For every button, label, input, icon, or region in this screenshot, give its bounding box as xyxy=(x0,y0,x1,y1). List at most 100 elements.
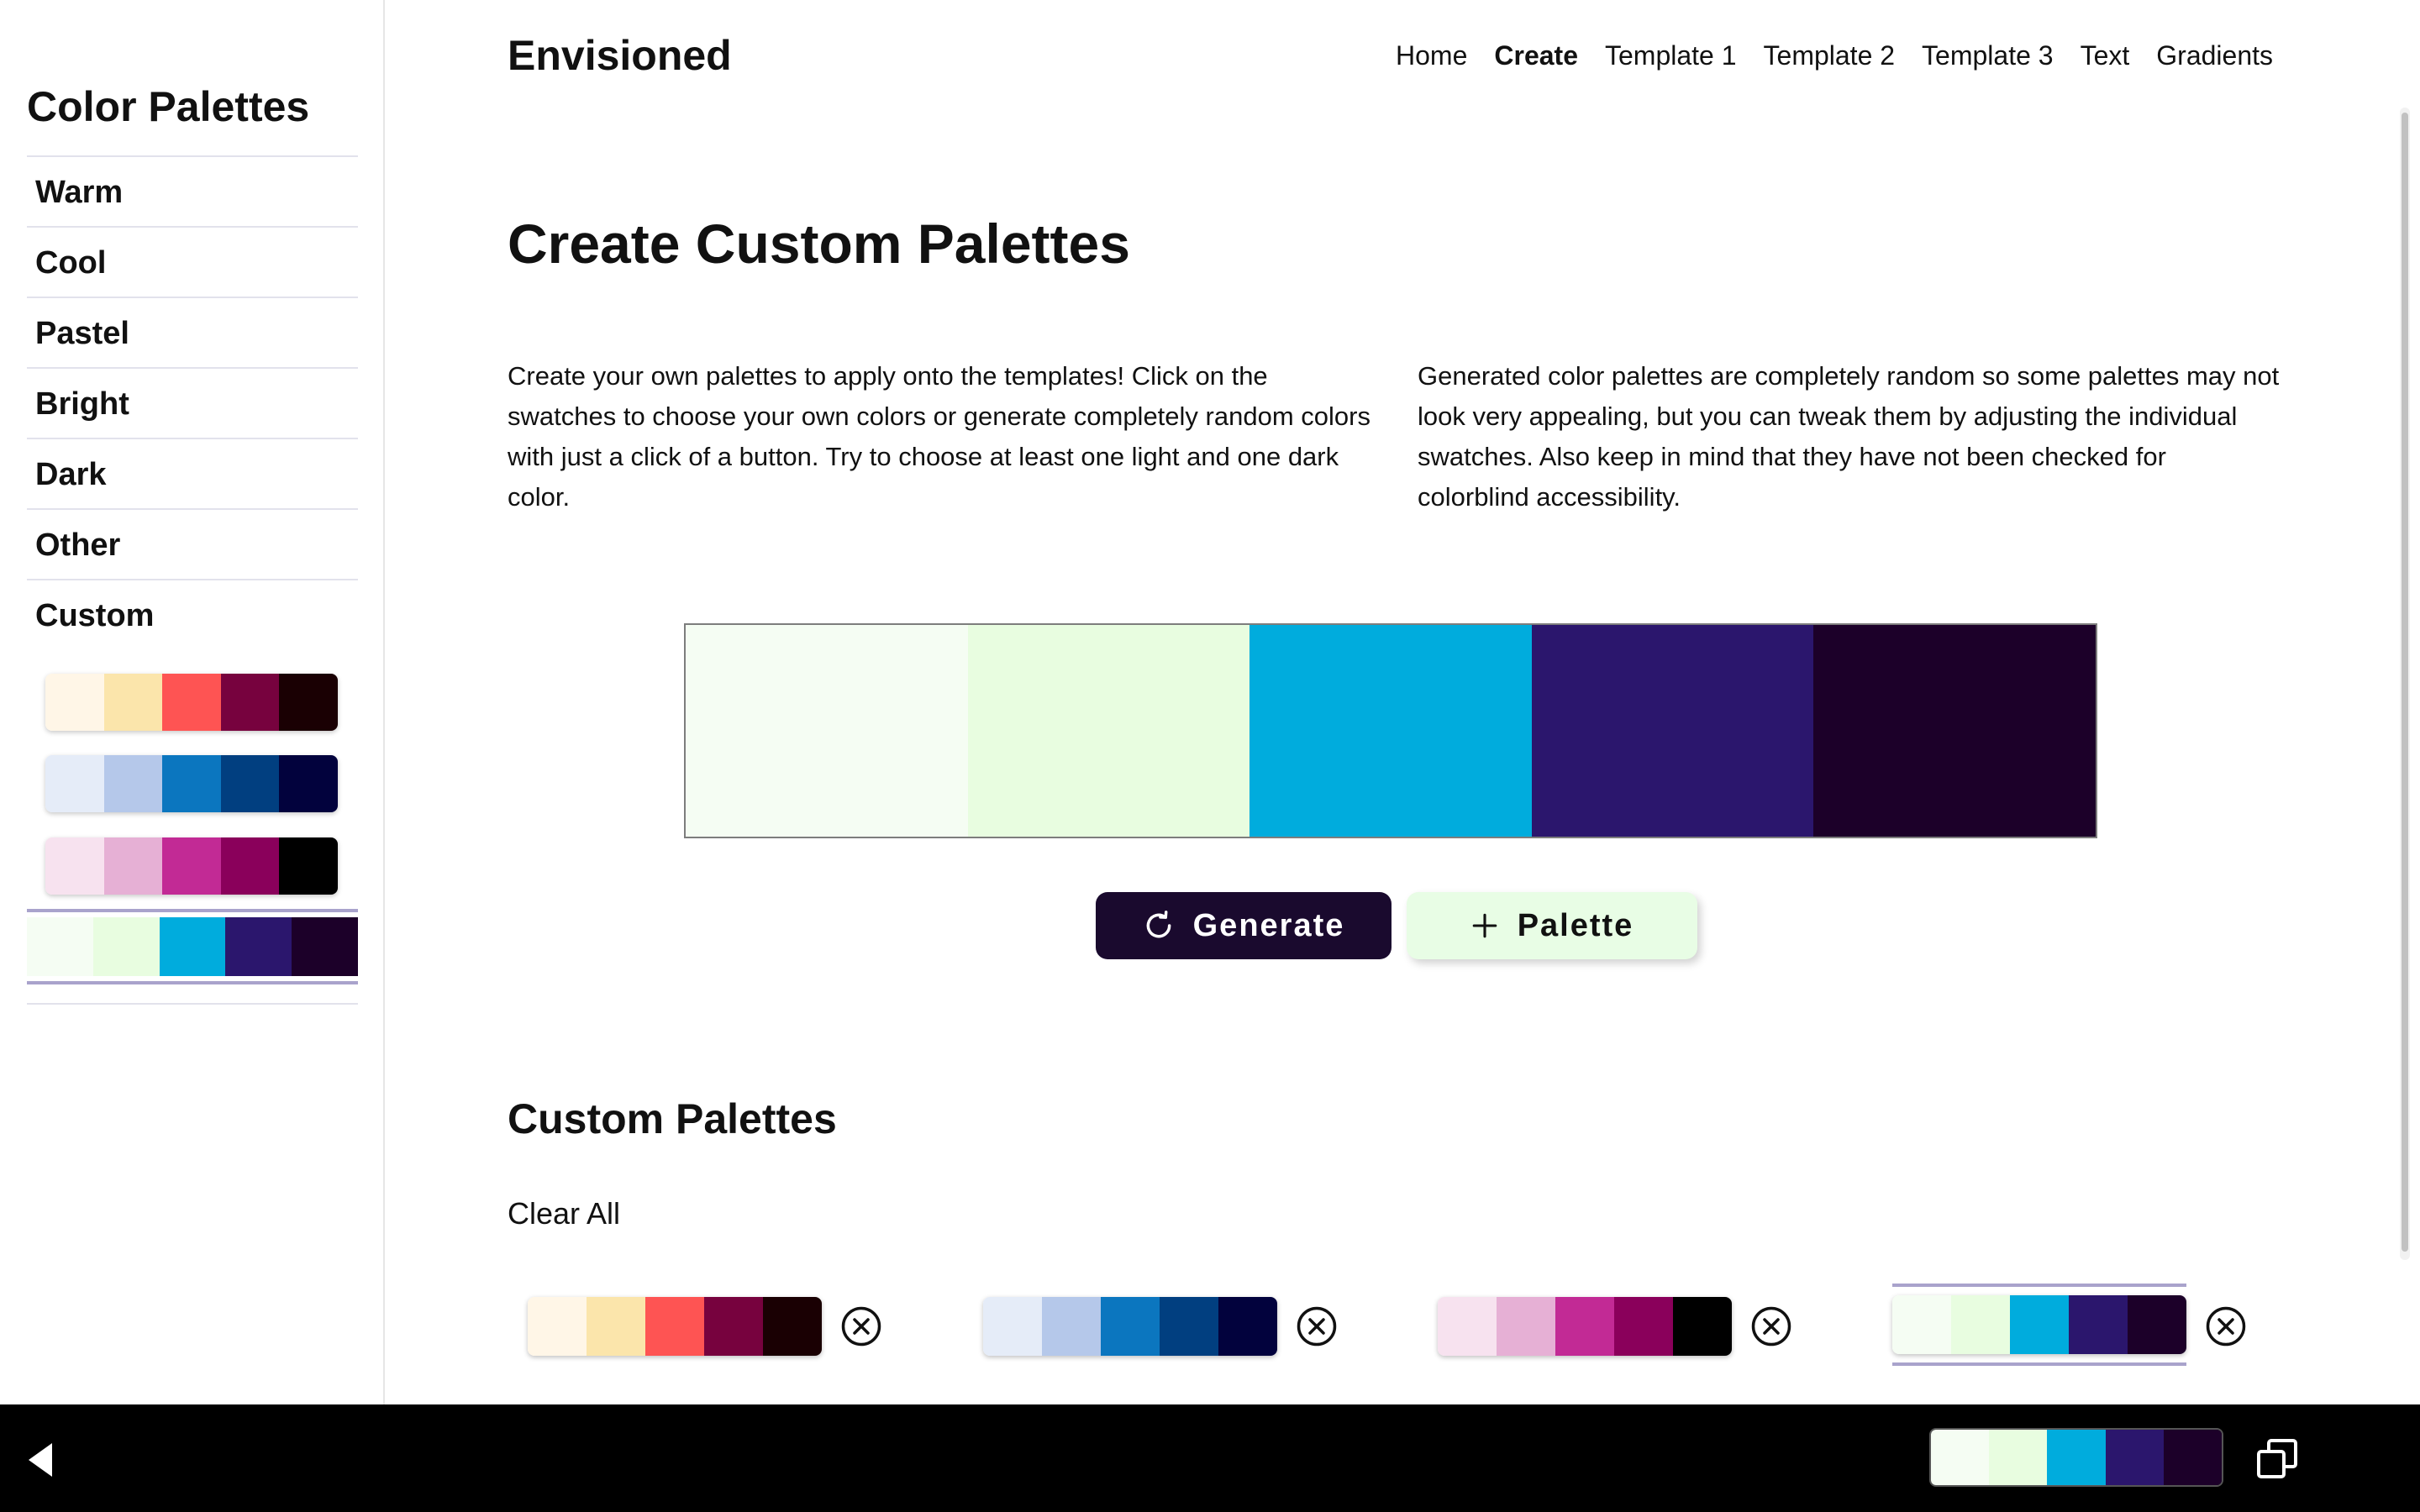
nav-template-2[interactable]: Template 2 xyxy=(1764,35,1896,76)
clear-all-button[interactable]: Clear All xyxy=(508,1193,620,1235)
palette-swatch xyxy=(159,917,226,976)
sidebar-item-dark[interactable]: Dark xyxy=(27,438,358,508)
palette-swatch xyxy=(220,674,280,731)
nav-home[interactable]: Home xyxy=(1396,35,1467,76)
sidebar-item-pastel[interactable]: Pastel xyxy=(27,297,358,367)
nav-create[interactable]: Create xyxy=(1494,35,1578,76)
scrollbar-thumb[interactable] xyxy=(2402,113,2408,1252)
disclaimer-paragraph: Generated color palettes are completely … xyxy=(1418,361,2280,512)
palette-swatch xyxy=(587,1297,645,1356)
palette-swatch xyxy=(1989,1430,2048,1485)
close-circle-icon[interactable] xyxy=(840,1305,882,1347)
nav-gradients[interactable]: Gradients xyxy=(2156,35,2273,76)
custom-palette-3[interactable] xyxy=(1438,1297,1732,1356)
palette-swatch xyxy=(1892,1295,1951,1354)
generate-button[interactable]: Generate xyxy=(1096,892,1392,959)
palette-swatch xyxy=(225,917,292,976)
palette-swatch xyxy=(45,755,104,812)
swatch-1[interactable] xyxy=(686,625,968,837)
palette-swatch xyxy=(279,837,338,895)
add-palette-label: Palette xyxy=(1517,907,1634,943)
palette-swatch xyxy=(292,917,358,976)
palette-swatch xyxy=(2163,1430,2222,1485)
palette-swatch xyxy=(1101,1297,1160,1356)
palette-swatch xyxy=(103,837,163,895)
palette-swatch xyxy=(45,837,104,895)
swatch-4[interactable] xyxy=(1531,625,1814,837)
sidebar-item-custom[interactable]: Custom xyxy=(27,579,358,649)
palette-swatch xyxy=(92,917,160,976)
nav-text[interactable]: Text xyxy=(2081,35,2130,76)
custom-palette-1[interactable] xyxy=(528,1297,822,1356)
add-palette-button[interactable]: Palette xyxy=(1407,892,1697,959)
sidebar-title: Color Palettes xyxy=(27,83,310,130)
palette-swatch xyxy=(162,674,221,731)
sidebar-palette-1[interactable] xyxy=(45,674,338,731)
back-triangle-icon[interactable] xyxy=(25,1441,55,1478)
palette-swatch xyxy=(1614,1297,1673,1356)
sidebar: Color Palettes Warm Cool Pastel Bright D… xyxy=(0,0,385,1404)
sidebar-item-cool[interactable]: Cool xyxy=(27,226,358,297)
sidebar-palette-4-selected[interactable] xyxy=(27,909,358,984)
sidebar-item-other[interactable]: Other xyxy=(27,508,358,579)
palette-swatch xyxy=(1673,1297,1732,1356)
nav-template-3[interactable]: Template 3 xyxy=(1922,35,2054,76)
swatch-3[interactable] xyxy=(1249,625,1532,837)
window-restore-icon[interactable] xyxy=(2255,1438,2299,1480)
palette-swatch xyxy=(27,917,93,976)
palette-swatch xyxy=(2010,1295,2069,1354)
palette-swatch xyxy=(2047,1430,2106,1485)
category-list: Warm Cool Pastel Bright Dark Other Custo… xyxy=(27,155,358,649)
palette-swatch xyxy=(1497,1297,1555,1356)
nav-template-1[interactable]: Template 1 xyxy=(1605,35,1737,76)
palette-swatch xyxy=(983,1297,1042,1356)
palette-swatch xyxy=(763,1297,822,1356)
custom-palettes-title: Custom Palettes xyxy=(508,1095,837,1142)
palette-swatch xyxy=(279,674,338,731)
palette-swatch xyxy=(645,1297,704,1356)
page-title: Create Custom Palettes xyxy=(508,213,1130,275)
palette-swatch xyxy=(220,837,280,895)
close-circle-icon[interactable] xyxy=(1296,1305,1338,1347)
custom-palette-4-selected[interactable] xyxy=(1892,1284,2186,1366)
palette-swatch xyxy=(1218,1297,1277,1356)
top-nav: Home Create Template 1 Template 2 Templa… xyxy=(1396,35,2273,76)
sidebar-divider xyxy=(27,1003,358,1005)
current-palette-editor xyxy=(684,623,2097,838)
palette-swatch xyxy=(704,1297,763,1356)
dock-palette-preview[interactable] xyxy=(1929,1428,2223,1487)
intro-paragraph: Create your own palettes to apply onto t… xyxy=(508,361,1370,512)
generate-label: Generate xyxy=(1192,907,1345,943)
palette-swatch xyxy=(162,837,221,895)
palette-swatch xyxy=(2128,1295,2186,1354)
swatch-2[interactable] xyxy=(967,625,1250,837)
palette-swatch xyxy=(103,755,163,812)
swatch-5[interactable] xyxy=(1813,625,2096,837)
palette-swatch xyxy=(162,755,221,812)
palette-swatch xyxy=(1160,1297,1218,1356)
palette-swatch xyxy=(1042,1297,1101,1356)
sidebar-item-bright[interactable]: Bright xyxy=(27,367,358,438)
palette-swatch xyxy=(1438,1297,1497,1356)
palette-swatch xyxy=(1951,1295,2010,1354)
palette-swatch xyxy=(220,755,280,812)
sidebar-palette-3[interactable] xyxy=(45,837,338,895)
palette-swatch xyxy=(279,755,338,812)
close-circle-icon[interactable] xyxy=(1750,1305,1792,1347)
custom-palette-2[interactable] xyxy=(983,1297,1277,1356)
palette-swatch xyxy=(103,674,163,731)
palette-swatch xyxy=(45,674,104,731)
palette-swatch xyxy=(528,1297,587,1356)
sidebar-item-warm[interactable]: Warm xyxy=(27,155,358,226)
sidebar-palette-2[interactable] xyxy=(45,755,338,812)
close-circle-icon[interactable] xyxy=(2205,1305,2247,1347)
plus-icon xyxy=(1472,913,1497,938)
palette-swatch xyxy=(1931,1430,1990,1485)
brand-logo[interactable]: Envisioned xyxy=(508,29,732,82)
palette-swatch xyxy=(2069,1295,2128,1354)
palette-swatch xyxy=(1555,1297,1614,1356)
refresh-icon xyxy=(1146,911,1171,938)
custom-palette-4-swatches xyxy=(1892,1295,2186,1354)
system-bar xyxy=(0,1404,2420,1512)
palette-swatch xyxy=(2105,1430,2164,1485)
